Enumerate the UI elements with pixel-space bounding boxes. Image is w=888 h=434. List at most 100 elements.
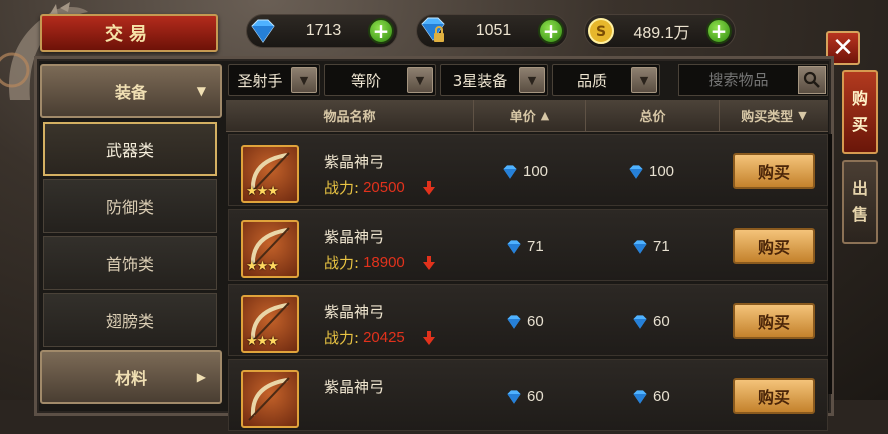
buy-button[interactable]: 购买	[733, 228, 815, 264]
chevron-down-icon: ▼	[407, 67, 433, 93]
item-name: 紫晶神弓	[324, 303, 385, 321]
col-item-name: 物品名称	[226, 100, 474, 131]
total-price: 71	[631, 238, 670, 255]
tab-buy[interactable]: 购 买	[842, 70, 878, 154]
table-row: ★★★ 紫晶神弓 战力: 20425 60 60 购买	[228, 284, 828, 356]
class-dropdown[interactable]: 圣射手 ▼	[228, 64, 320, 96]
power-value: 18900	[363, 254, 405, 271]
gold-currency: S 489.1万 +	[584, 14, 736, 48]
buy-button[interactable]: 购买	[733, 303, 815, 339]
buy-button[interactable]: 购买	[733, 153, 815, 189]
buy-button[interactable]: 购买	[733, 378, 815, 414]
stars-dropdown[interactable]: 3星装备 ▼	[440, 64, 548, 96]
total-price-value: 60	[653, 313, 670, 330]
arrow-down-icon	[422, 255, 435, 270]
search-box	[678, 64, 828, 96]
add-bound-diamond-button[interactable]: +	[538, 18, 564, 44]
category-equipment-label: 装备	[114, 83, 147, 102]
col-total-price-label: 总价	[639, 110, 666, 125]
col-unit-price[interactable]: 单价 ▲	[474, 100, 586, 131]
triangle-down-icon: ▼	[196, 84, 206, 98]
filter-bar: 圣射手 ▼ 等阶 ▼ 3星装备 ▼ 品质 ▼	[228, 64, 660, 96]
table-header: 物品名称 单价 ▲ 总价 购买类型 ▼	[226, 100, 828, 132]
add-diamond-button[interactable]: +	[368, 18, 394, 44]
item-power: 战力: 20425	[324, 327, 435, 348]
close-icon: ✕	[832, 33, 854, 63]
diamond-icon	[507, 239, 521, 254]
category-materials-label: 材料	[114, 369, 147, 388]
bow-icon[interactable]: ★★★	[241, 295, 299, 353]
sort-up-icon: ▲	[540, 109, 550, 122]
item-power: 战力: 18900	[324, 252, 435, 273]
star-rating: ★★★	[246, 259, 279, 274]
unit-price: 60	[505, 313, 544, 330]
unit-price-value: 71	[527, 238, 544, 255]
total-price: 60	[631, 313, 670, 330]
diamond-icon	[247, 15, 279, 47]
unit-price: 100	[501, 163, 548, 180]
bow-icon[interactable]: ★★★	[241, 220, 299, 278]
power-value: 20425	[363, 329, 405, 346]
tab-sell[interactable]: 出 售	[842, 160, 878, 244]
category-equipment[interactable]: 装备 ▼	[40, 64, 222, 118]
table-row: ★★★ 紫晶神弓 战力: 18900 71 71 购买	[228, 209, 828, 281]
diamond-icon	[633, 389, 647, 404]
table-row: 紫晶神弓 60 60 购买	[228, 359, 828, 431]
search-input[interactable]	[679, 71, 798, 89]
power-label: 战力:	[324, 329, 360, 347]
chevron-down-icon: ▼	[631, 67, 657, 93]
total-price: 100	[627, 163, 674, 180]
diamond-currency: 1713 +	[246, 14, 398, 48]
category-materials[interactable]: 材料 ▶	[40, 350, 222, 404]
class-dropdown-value: 圣射手	[237, 71, 283, 90]
item-name: 紫晶神弓	[324, 378, 385, 396]
power-value: 20500	[363, 179, 405, 196]
unit-price-value: 60	[527, 388, 544, 405]
star-rating: ★★★	[246, 184, 279, 199]
quality-dropdown[interactable]: 品质 ▼	[552, 64, 660, 96]
diamond-icon	[633, 239, 647, 254]
svg-text:S: S	[596, 24, 606, 40]
chevron-down-icon: ▼	[519, 67, 545, 93]
col-unit-price-label: 单价	[509, 110, 536, 125]
sidebar-item-weapons[interactable]: 武器类	[43, 122, 217, 176]
search-icon	[803, 71, 820, 88]
diamond-icon	[629, 164, 643, 179]
diamond-icon	[503, 164, 517, 179]
bound-diamond-amount: 1051	[475, 22, 512, 39]
total-price-value: 100	[649, 163, 675, 180]
col-total-price: 总价	[586, 100, 720, 131]
level-dropdown[interactable]: 等阶 ▼	[324, 64, 436, 96]
tab-sell-char-1: 出	[851, 179, 868, 199]
tab-buy-char-2: 买	[851, 115, 868, 134]
diamond-amount: 1713	[305, 22, 342, 39]
col-buy-type[interactable]: 购买类型 ▼	[720, 100, 828, 131]
scrollbar[interactable]	[828, 134, 832, 394]
item-name: 紫晶神弓	[324, 153, 385, 171]
total-price-value: 60	[653, 388, 670, 405]
sidebar-item-jewelry[interactable]: 首饰类	[43, 236, 217, 290]
arrow-down-icon	[422, 330, 435, 345]
unit-price-value: 60	[527, 313, 544, 330]
power-label: 战力:	[324, 179, 360, 197]
gold-amount: 489.1万	[633, 25, 690, 42]
tab-sell-char-2: 售	[851, 205, 868, 224]
col-buy-type-label: 购买类型	[741, 110, 794, 125]
locked-diamond-icon	[417, 15, 449, 47]
bow-icon[interactable]	[241, 370, 299, 428]
level-dropdown-value: 等阶	[350, 71, 381, 90]
sidebar-item-wings[interactable]: 翅膀类	[43, 293, 217, 347]
item-name: 紫晶神弓	[324, 228, 385, 246]
category-sidebar: 装备 ▼ 武器类 防御类 首饰类 翅膀类 材料 ▶	[40, 64, 222, 408]
sidebar-item-defense[interactable]: 防御类	[43, 179, 217, 233]
sort-down-icon: ▼	[798, 109, 807, 122]
gold-coin-icon: S	[585, 15, 617, 47]
diamond-icon	[507, 389, 521, 404]
diamond-icon	[507, 314, 521, 329]
bow-icon[interactable]: ★★★	[241, 145, 299, 203]
tab-buy-char-1: 购	[851, 89, 868, 109]
add-gold-button[interactable]: +	[706, 18, 732, 44]
unit-price: 71	[505, 238, 544, 255]
search-button[interactable]	[798, 66, 826, 94]
triangle-right-icon: ▶	[196, 370, 206, 384]
